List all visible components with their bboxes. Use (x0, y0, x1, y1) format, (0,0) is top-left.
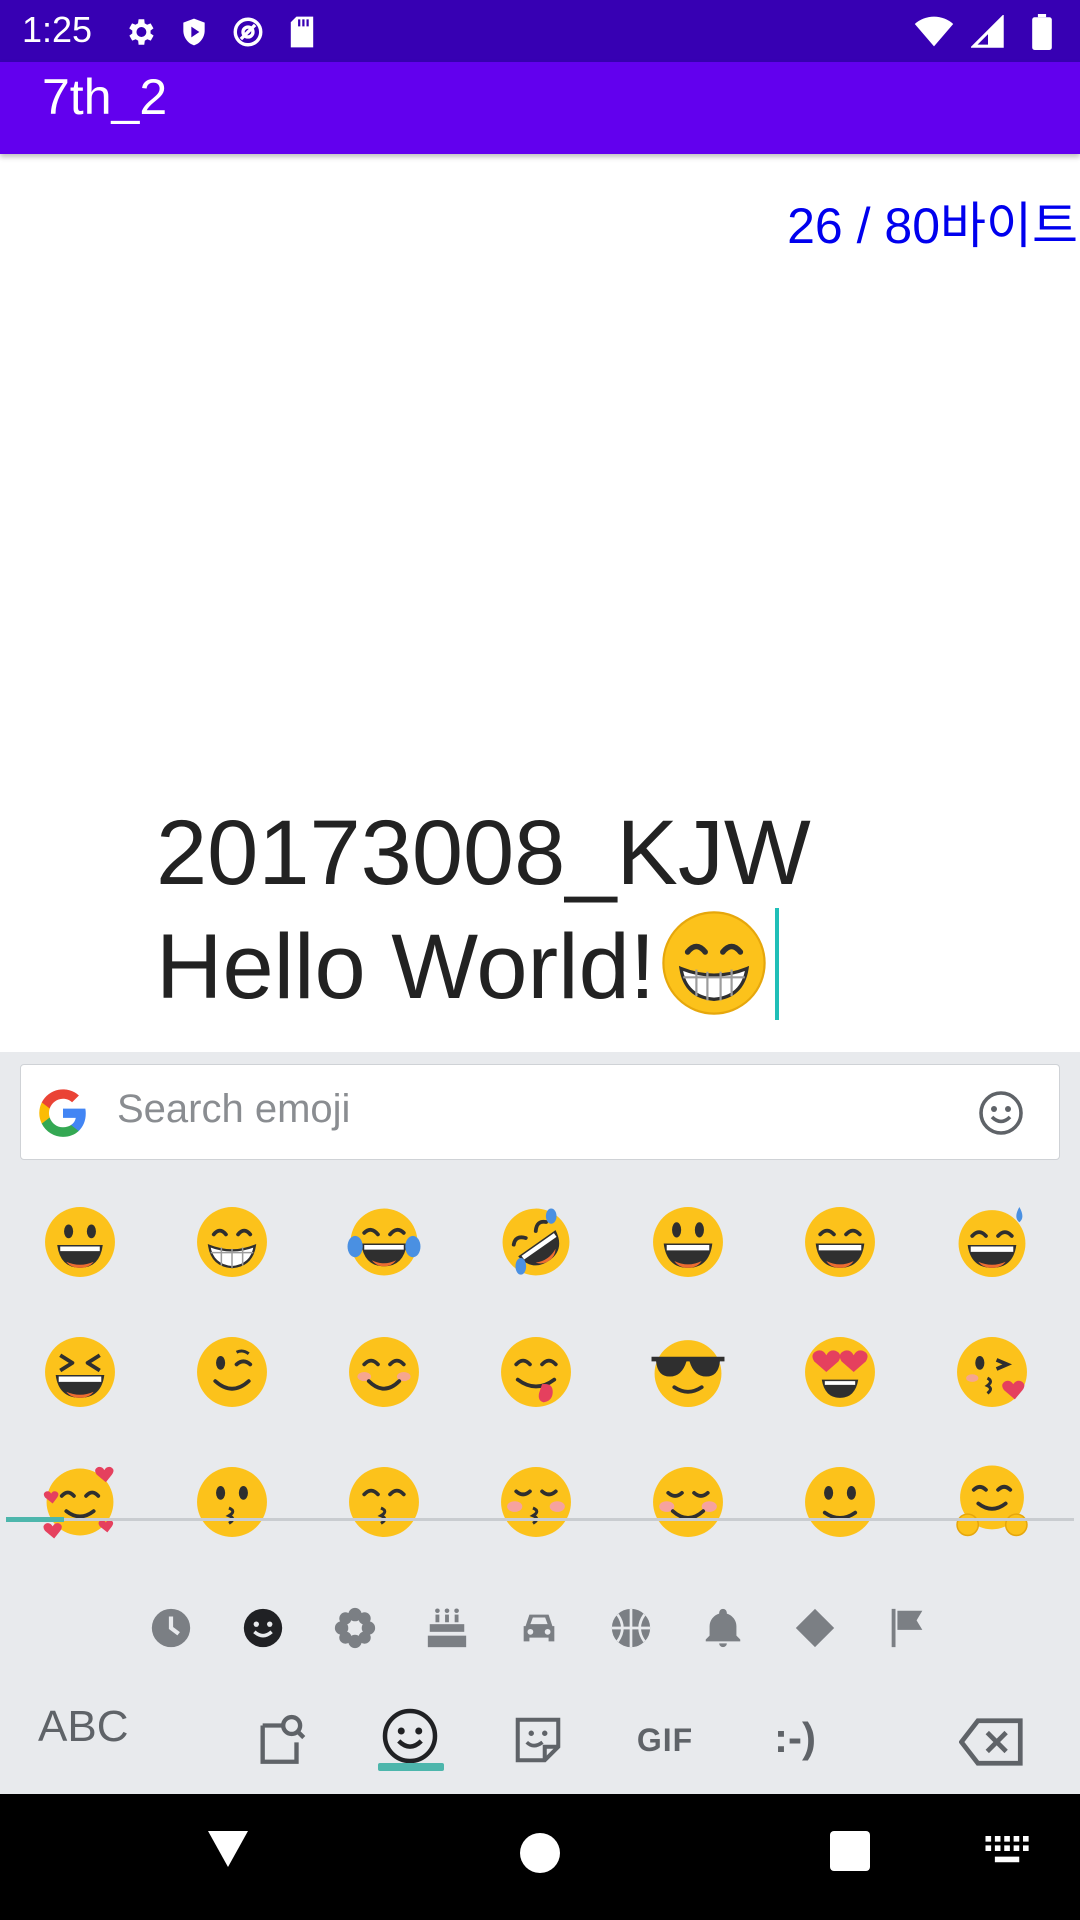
backspace-icon[interactable] (958, 1708, 1026, 1776)
emoji-slightly-smiling[interactable] (780, 1442, 900, 1562)
emoji-kissing-heart[interactable] (932, 1312, 1052, 1432)
google-g-icon (37, 1087, 89, 1139)
emoji-winking-face[interactable] (172, 1312, 292, 1432)
cell-signal-icon (968, 12, 1008, 52)
at-sync-icon (228, 12, 268, 52)
emoji-scroll-track (6, 1518, 1074, 1521)
flags-flag-icon[interactable] (879, 1600, 935, 1656)
emoji-tab-icon[interactable] (376, 1702, 444, 1770)
recents-square-icon[interactable] (815, 1816, 885, 1886)
emoji-kissing-face[interactable] (172, 1442, 292, 1562)
emoji-smiling-face[interactable] (628, 1442, 748, 1562)
emoji-sunglasses-face[interactable] (628, 1312, 748, 1432)
emoji-savoring-food[interactable] (476, 1312, 596, 1432)
recent-clock-icon[interactable] (143, 1600, 199, 1656)
app-title: 7th_2 (42, 69, 168, 125)
message-edit-text[interactable]: 20173008_KJW Hello World! (156, 798, 956, 1022)
app-bar: 7th_2 (0, 62, 1080, 154)
navigation-bar (0, 1794, 1080, 1920)
emoji-grinning-smiling-eyes[interactable] (780, 1182, 900, 1302)
back-triangle-icon[interactable] (193, 1814, 263, 1884)
smiley-outline-icon[interactable] (977, 1089, 1025, 1137)
emoji-keyboard: Search emoji ABC GIF:-) (0, 1052, 1080, 1794)
active-tab-indicator (378, 1763, 444, 1771)
emoji-category-bar (0, 1600, 1080, 1660)
emoji-tears-of-joy[interactable] (324, 1182, 444, 1302)
sticker-icon[interactable] (504, 1706, 572, 1774)
emoji-smiling-hearts[interactable] (20, 1442, 140, 1562)
sd-card-icon (282, 12, 322, 52)
home-circle-icon[interactable] (505, 1818, 575, 1888)
emoji-scroll-thumb[interactable] (6, 1517, 64, 1522)
gear-icon (120, 12, 160, 52)
activity-ball-icon[interactable] (603, 1600, 659, 1656)
emoji-heart-eyes[interactable] (780, 1312, 900, 1432)
emoji-kissing-closed-eyes[interactable] (476, 1442, 596, 1562)
byte-counter: 26 / 80바이트 (787, 198, 1078, 254)
emoji-kissing-smiling-eyes[interactable] (324, 1442, 444, 1562)
status-time: 1:25 (22, 9, 93, 50)
status-system-icons (914, 12, 1062, 52)
abc-key[interactable]: ABC (38, 1702, 128, 1752)
gif-key[interactable]: GIF (630, 1706, 700, 1774)
emoji-grinning-face[interactable] (20, 1182, 140, 1302)
status-notification-icons (120, 12, 322, 52)
emoji-grinning-big-eyes[interactable] (628, 1182, 748, 1302)
emoji-rolling-on-floor-laughing[interactable] (476, 1182, 596, 1302)
emoji-smiling-blush[interactable] (324, 1312, 444, 1432)
emoji-hugging-face[interactable] (932, 1442, 1052, 1562)
travel-car-icon[interactable] (511, 1600, 567, 1656)
keyboard-bottom-row: ABC GIF :-) (0, 1690, 1080, 1790)
emoji-search-input[interactable]: Search emoji (20, 1064, 1060, 1160)
search-placeholder: Search emoji (117, 1087, 351, 1131)
nature-flower-icon[interactable] (327, 1600, 383, 1656)
food-cake-icon[interactable] (419, 1600, 475, 1656)
emoji-search-icon[interactable] (248, 1706, 316, 1774)
objects-bell-icon[interactable] (695, 1600, 751, 1656)
smileys-icon[interactable] (235, 1600, 291, 1656)
edit-text-line-2: Hello World! (156, 916, 656, 1018)
text-cursor (775, 908, 780, 1020)
symbols-diamond-icon[interactable] (787, 1600, 843, 1656)
edit-text-line-1: 20173008_KJW (156, 802, 811, 904)
emoji-grinning-sweat[interactable] (932, 1182, 1052, 1302)
emoji-squinting-laughing[interactable] (20, 1312, 140, 1432)
wifi-icon (914, 12, 954, 52)
battery-icon (1022, 12, 1062, 52)
keyboard-switch-icon[interactable] (973, 1816, 1043, 1886)
shield-play-icon (174, 12, 214, 52)
edit-text-line-2-wrap: Hello World! (156, 908, 956, 1022)
emoticon-key[interactable]: :-) (760, 1704, 830, 1772)
grinning-face-smiling-eyes-emoji (659, 908, 769, 1018)
emoji-beaming-face[interactable] (172, 1182, 292, 1302)
status-bar: 1:25 (0, 0, 1080, 62)
